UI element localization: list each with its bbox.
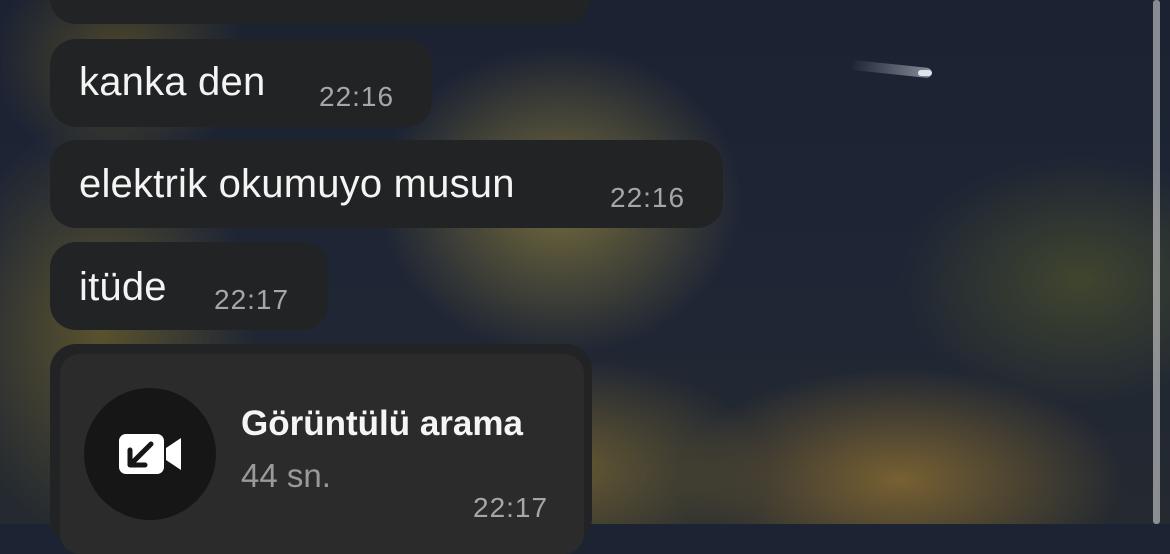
message-time: 22:17 [214,284,290,315]
message-time: 22:16 [610,182,686,213]
boat [918,70,932,76]
video-call-bubble[interactable]: Görüntülü arama 44 sn. 22:17 [50,344,592,554]
message-text: itüde [79,265,167,309]
message-time: 22:16 [319,81,395,112]
call-icon-badge [84,388,216,520]
call-duration: 44 sn. [241,457,331,494]
message-bubble[interactable]: elektrik okumuyo musun 22:16 [50,140,723,228]
message-bubble[interactable]: itüde 22:17 [50,242,328,330]
call-title: Görüntülü arama [241,404,523,443]
call-time: 22:17 [473,492,549,523]
message-bubble[interactable]: kanka den 22:16 [50,39,432,127]
scrollbar[interactable] [1153,0,1160,524]
message-text: elektrik okumuyo musun [79,162,515,206]
video-call-card[interactable]: Görüntülü arama 44 sn. 22:17 [60,354,584,554]
message-text: kanka den [79,60,266,104]
previous-message-bubble[interactable] [50,0,590,24]
incoming-video-call-icon [119,434,181,474]
